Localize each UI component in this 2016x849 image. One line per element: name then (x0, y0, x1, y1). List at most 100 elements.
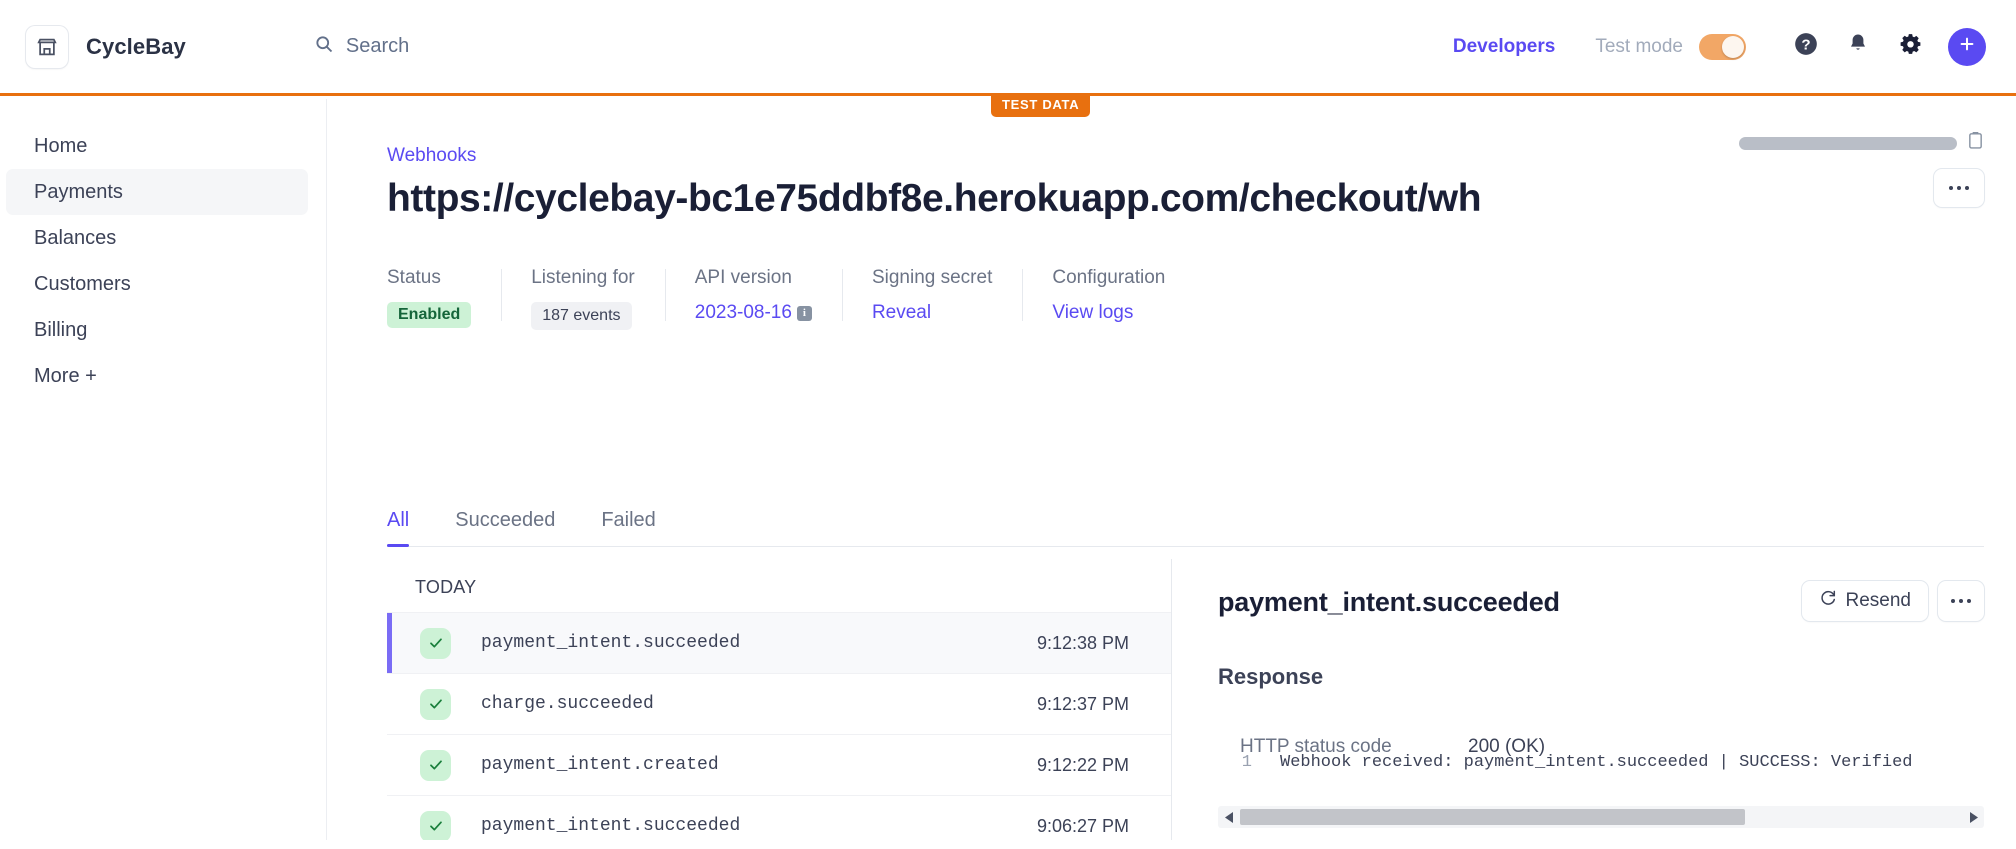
event-overflow-menu-button[interactable] (1938, 581, 1984, 621)
code-horizontal-scrollbar[interactable] (1218, 806, 1984, 828)
check-icon (420, 627, 451, 659)
notifications-button[interactable] (1832, 21, 1884, 73)
check-icon (420, 810, 451, 840)
scrollbar-track[interactable] (1240, 806, 1962, 828)
sidebar-item-label: More + (34, 364, 97, 387)
brand-name: CycleBay (86, 33, 186, 59)
api-version-link[interactable]: 2023-08-16 (695, 302, 792, 323)
event-detail-pane: payment_intent.succeeded Resend Response… (1172, 559, 2016, 840)
brand[interactable]: CycleBay (26, 25, 186, 68)
event-time: 9:06:27 PM (1036, 815, 1129, 836)
webhook-id-row (1739, 131, 1984, 155)
events-split-view: TODAY payment_intent.succeeded 9:12:38 P… (387, 559, 2016, 840)
clipboard-icon[interactable] (1967, 131, 1984, 155)
resend-button[interactable]: Resend (1801, 581, 1928, 621)
sidebar-item-label: Home (34, 134, 88, 157)
scrollbar-thumb[interactable] (1240, 809, 1746, 825)
page-overflow-menu-button[interactable] (1934, 169, 1984, 207)
test-mode-toggle[interactable]: Test mode (1595, 33, 1746, 60)
view-logs-link[interactable]: View logs (1052, 302, 1133, 323)
bell-icon (1846, 32, 1870, 61)
code-line-number: 1 (1241, 753, 1252, 772)
webhook-metadata: Status Enabled Listening for 187 events … (387, 267, 1195, 330)
refresh-icon (1819, 589, 1837, 613)
sidebar-item-label: Customers (34, 272, 131, 295)
page-title: https://cyclebay-bc1e75ddbf8e.herokuapp.… (387, 177, 1482, 220)
event-detail-actions: Resend (1801, 581, 1984, 621)
meta-listening-for: Listening for 187 events (501, 267, 665, 330)
response-body-code: 1 Webhook received: payment_intent.succe… (1218, 739, 1984, 849)
storefront-icon (26, 25, 68, 68)
meta-label: Configuration (1052, 267, 1166, 288)
tab-succeeded[interactable]: Succeeded (455, 509, 555, 546)
events-group-label: TODAY (415, 577, 477, 597)
add-new-button[interactable] (1948, 27, 1986, 66)
meta-api-version: API version 2023-08-16 i (664, 267, 842, 324)
plus-icon (1957, 34, 1977, 59)
test-mode-label: Test mode (1595, 35, 1683, 57)
search-placeholder: Search (345, 35, 410, 57)
response-heading: Response (1218, 664, 1324, 689)
events-count-badge[interactable]: 187 events (531, 302, 632, 330)
meta-label: Status (387, 267, 441, 288)
sidebar: Home Payments Balances Customers Billing… (0, 99, 327, 840)
search-icon (314, 34, 334, 59)
help-button[interactable]: ? (1780, 21, 1832, 73)
developers-link[interactable]: Developers (1453, 36, 1555, 58)
toggle-knob (1722, 35, 1744, 58)
main-content: Webhooks https://cyclebay-bc1e75ddbf8e.h… (327, 99, 2016, 840)
event-name: payment_intent.created (481, 755, 719, 775)
event-time: 9:12:38 PM (1036, 632, 1129, 653)
sidebar-item-payments[interactable]: Payments (6, 169, 308, 215)
caret-left-icon[interactable] (1218, 806, 1240, 828)
breadcrumb[interactable]: Webhooks (387, 145, 476, 167)
check-icon (420, 749, 451, 781)
tab-failed[interactable]: Failed (601, 509, 655, 546)
gear-icon (1898, 32, 1923, 62)
top-header-bar: CycleBay Search Developers Test mode ? (0, 0, 2016, 96)
test-mode-switch[interactable] (1699, 33, 1746, 60)
sidebar-item-billing[interactable]: Billing (6, 307, 308, 353)
sidebar-item-home[interactable]: Home (6, 123, 308, 169)
tab-all[interactable]: All (387, 509, 410, 547)
meta-configuration: Configuration View logs (1022, 267, 1195, 324)
event-name: payment_intent.succeeded (481, 816, 741, 836)
event-list-item[interactable]: charge.succeeded 9:12:37 PM (387, 673, 1171, 734)
svg-text:?: ? (1801, 36, 1810, 53)
event-time: 9:12:22 PM (1036, 754, 1129, 775)
resend-label: Resend (1845, 590, 1912, 611)
header-actions: Developers Test mode ? (1453, 21, 2016, 73)
info-icon[interactable]: i (796, 305, 812, 321)
event-name: payment_intent.succeeded (481, 633, 741, 653)
meta-label: API version (694, 267, 792, 288)
sidebar-item-more[interactable]: More + (6, 353, 308, 399)
meta-label: Signing secret (871, 267, 993, 288)
ellipsis-icon (1951, 599, 1971, 603)
event-list-item[interactable]: payment_intent.created 9:12:22 PM (387, 734, 1171, 795)
events-filter-tabs: All Succeeded Failed (387, 509, 1984, 547)
sidebar-item-label: Balances (34, 226, 117, 249)
question-mark-circle-icon: ? (1793, 31, 1819, 62)
sidebar-item-label: Billing (34, 318, 88, 341)
reveal-secret-link[interactable]: Reveal (872, 302, 931, 323)
event-list-item[interactable]: payment_intent.succeeded 9:06:27 PM (387, 795, 1171, 840)
sidebar-item-label: Payments (34, 180, 123, 203)
event-name: charge.succeeded (481, 694, 654, 714)
webhook-id-redacted (1739, 136, 1957, 150)
sidebar-item-customers[interactable]: Customers (6, 261, 308, 307)
event-list-item[interactable]: payment_intent.succeeded 9:12:38 PM (387, 612, 1171, 673)
search-input[interactable]: Search (314, 34, 409, 59)
code-line-text: Webhook received: payment_intent.succeed… (1280, 753, 1913, 772)
status-badge: Enabled (387, 302, 472, 328)
ellipsis-icon (1949, 186, 1969, 190)
check-icon (420, 688, 451, 720)
code-line: 1 Webhook received: payment_intent.succe… (1218, 739, 1984, 772)
meta-label: Listening for (531, 267, 635, 288)
meta-signing-secret: Signing secret Reveal (841, 267, 1022, 324)
settings-button[interactable] (1884, 21, 1936, 73)
event-time: 9:12:37 PM (1036, 693, 1129, 714)
sidebar-item-balances[interactable]: Balances (6, 215, 308, 261)
meta-status: Status Enabled (387, 267, 501, 328)
events-list-pane: TODAY payment_intent.succeeded 9:12:38 P… (387, 559, 1172, 840)
caret-right-icon[interactable] (1962, 806, 1984, 828)
